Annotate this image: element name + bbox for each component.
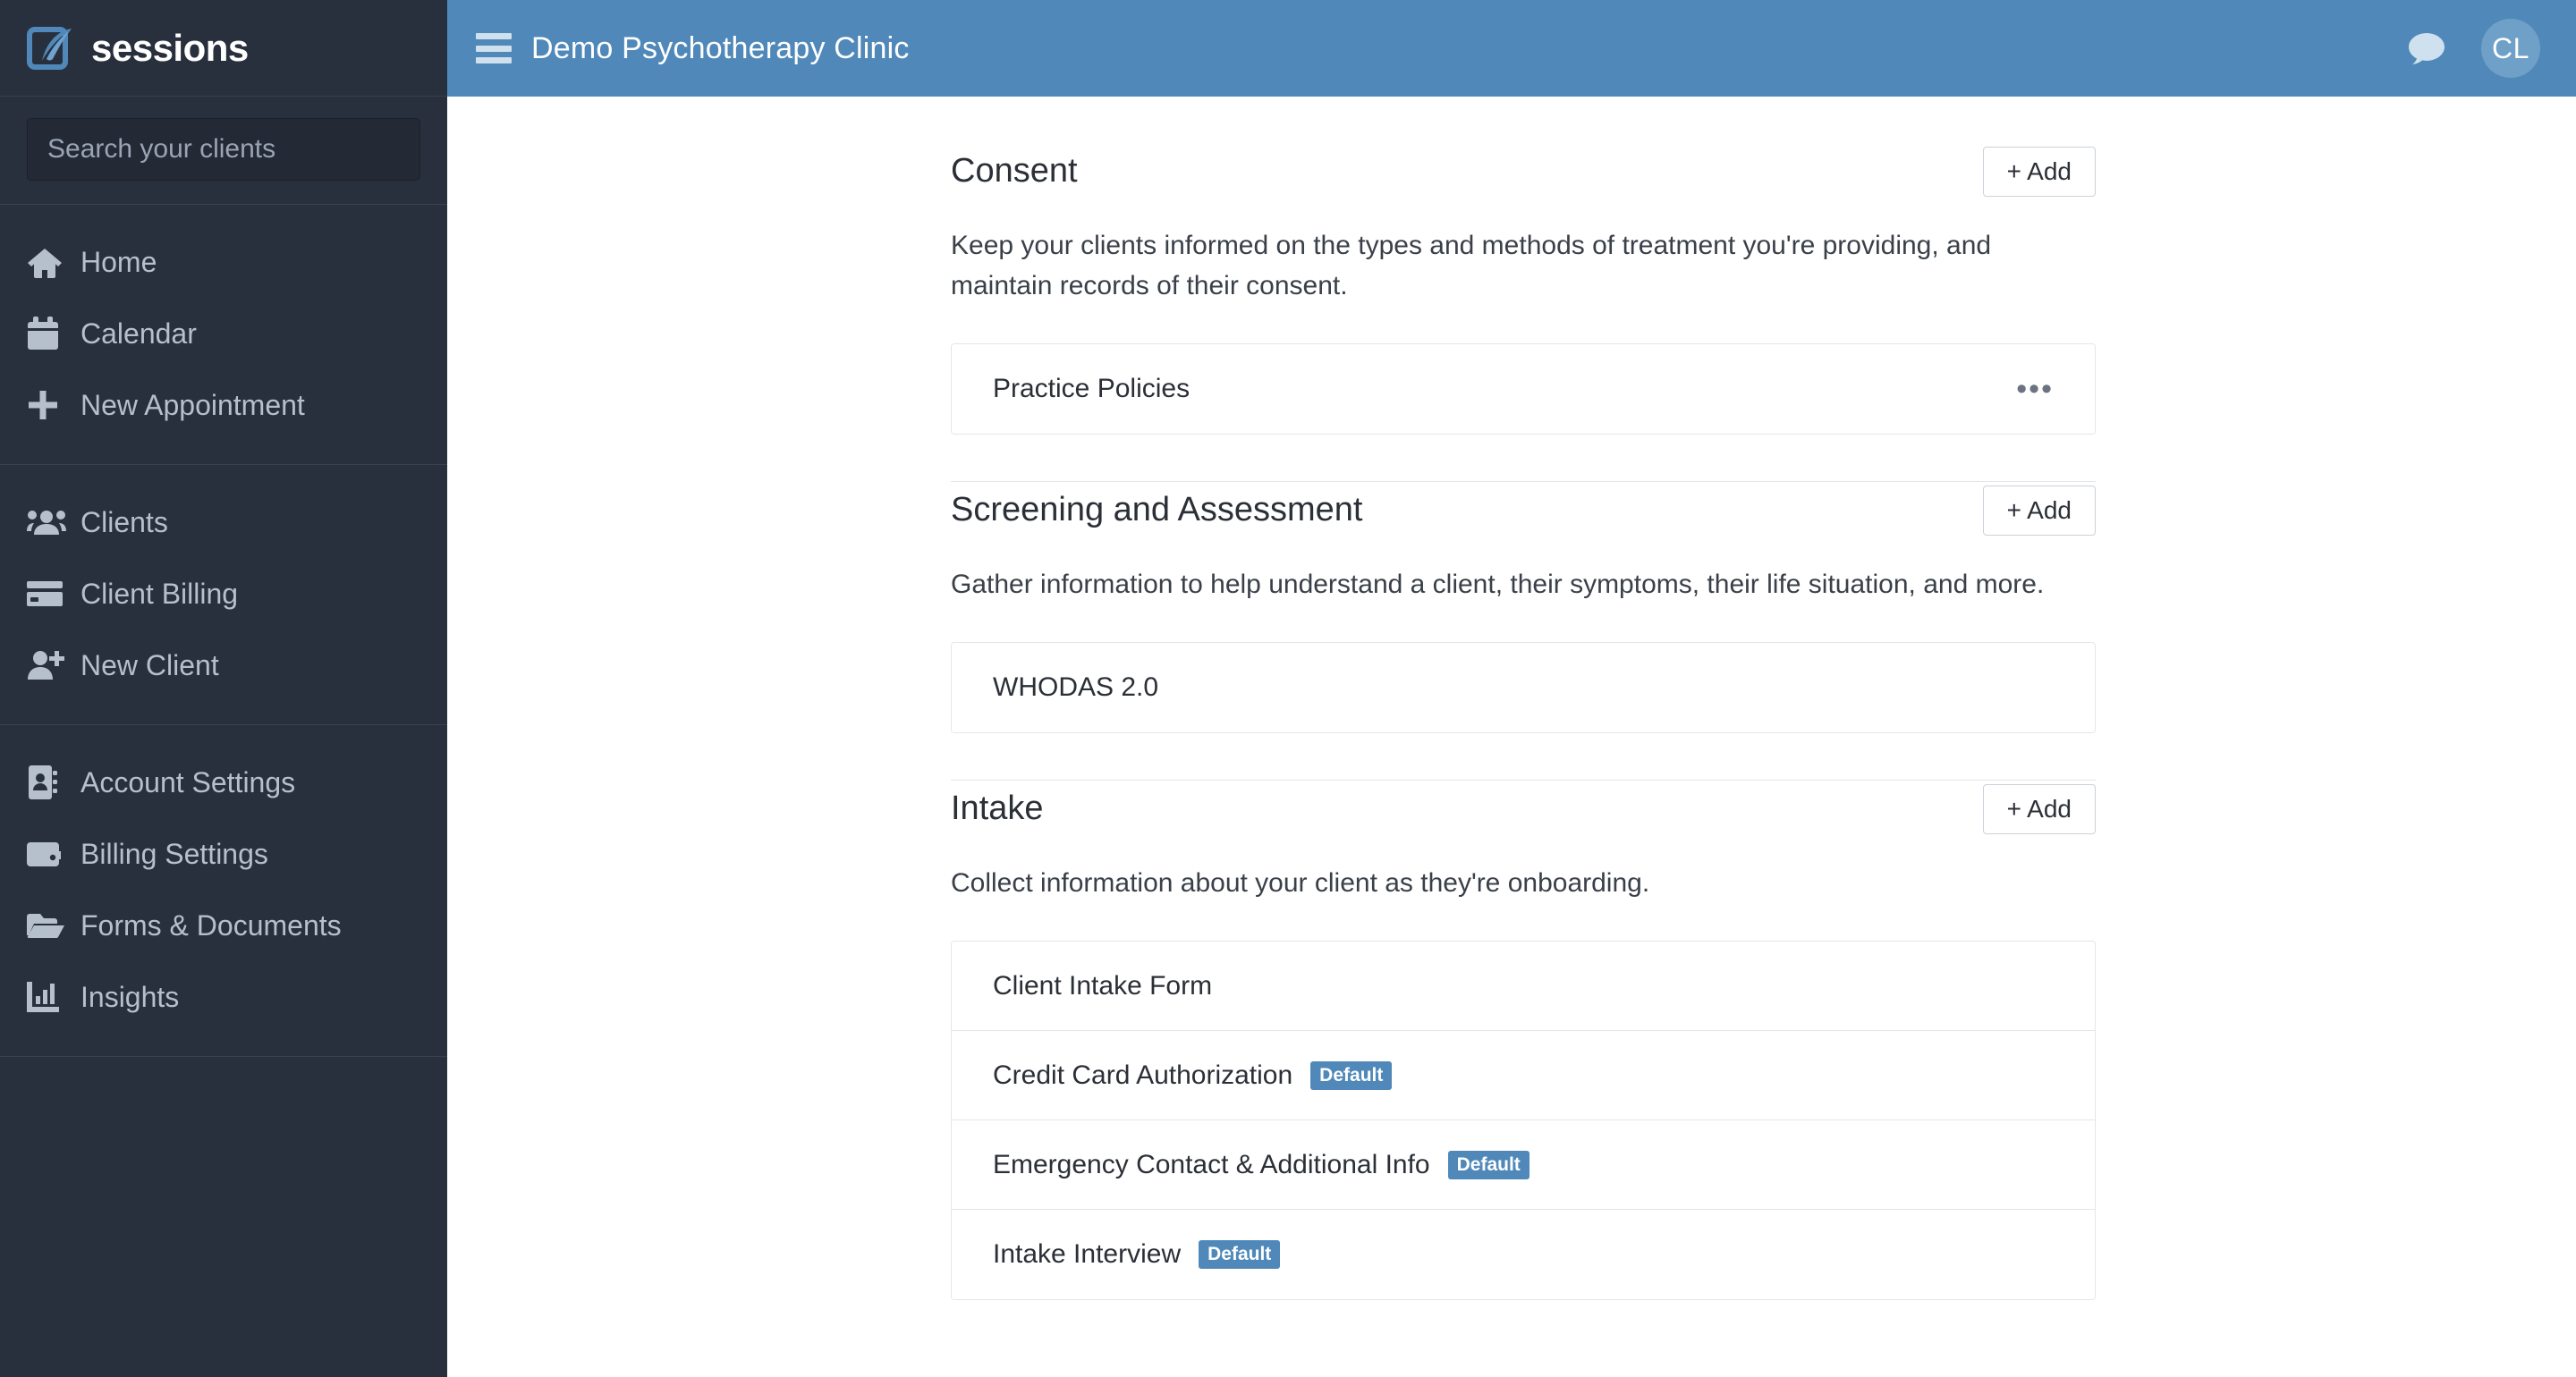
- list-item[interactable]: Practice Policies •••: [952, 344, 2095, 434]
- brand-name: sessions: [91, 26, 249, 69]
- nav-group-clients: Clients Client Billing New Client: [0, 465, 447, 725]
- add-consent-button[interactable]: + Add: [1982, 147, 2096, 197]
- sidebar-item-calendar[interactable]: Calendar: [0, 298, 447, 369]
- section-screening-assessment: Screening and Assessment + Add Gather in…: [951, 482, 2096, 733]
- sidebar-item-label: Calendar: [80, 317, 197, 350]
- status-badge: Default: [1199, 1240, 1281, 1269]
- hamburger-icon[interactable]: [476, 33, 512, 63]
- section-description: Gather information to help understand a …: [951, 570, 2045, 599]
- sidebar-item-label: New Appointment: [80, 389, 305, 421]
- sidebar-item-billing-settings[interactable]: Billing Settings: [0, 818, 447, 890]
- section-intake: Intake + Add Collect information about y…: [951, 781, 2096, 1300]
- add-intake-button[interactable]: + Add: [1982, 784, 2096, 834]
- user-plus-icon: [27, 648, 66, 682]
- folder-open-icon: [27, 908, 66, 942]
- sidebar-item-account-settings[interactable]: Account Settings: [0, 747, 447, 818]
- sidebar-item-label: Client Billing: [80, 578, 239, 610]
- screening-list: WHODAS 2.0: [951, 642, 2096, 733]
- sidebar-item-label: Account Settings: [80, 766, 296, 798]
- calendar-icon: [27, 317, 66, 351]
- list-item-label: Client Intake Form: [993, 970, 1213, 1001]
- list-item[interactable]: Intake Interview Default: [952, 1210, 2095, 1299]
- sidebar-item-forms-documents[interactable]: Forms & Documents: [0, 890, 447, 961]
- section-header: Screening and Assessment + Add: [951, 482, 2096, 539]
- consent-list: Practice Policies •••: [951, 343, 2096, 435]
- list-item[interactable]: WHODAS 2.0: [952, 643, 2095, 732]
- home-icon: [27, 245, 66, 279]
- status-badge: Default: [1447, 1150, 1530, 1179]
- users-icon: [27, 505, 66, 539]
- sidebar-item-label: Home: [80, 246, 157, 278]
- app-root: sessions Home: [0, 0, 2576, 1377]
- topbar: Demo Psychotherapy Clinic CL: [447, 0, 2576, 97]
- avatar[interactable]: CL: [2481, 19, 2540, 78]
- section-title: Intake: [951, 790, 1044, 828]
- list-item-label: Emergency Contact & Additional Info: [993, 1149, 1430, 1179]
- address-book-icon: [27, 765, 66, 799]
- more-options-icon[interactable]: •••: [2016, 374, 2054, 404]
- list-item-label: WHODAS 2.0: [993, 672, 1159, 702]
- section-description: Keep your clients informed on the types …: [951, 231, 1992, 300]
- page-title: Demo Psychotherapy Clinic: [531, 30, 910, 65]
- sidebar-item-new-client[interactable]: New Client: [0, 629, 447, 701]
- list-item[interactable]: Client Intake Form: [952, 942, 2095, 1031]
- wallet-icon: [27, 837, 66, 871]
- quill-square-icon: [27, 23, 77, 73]
- sidebar-item-label: Billing Settings: [80, 838, 268, 870]
- add-screening-button[interactable]: + Add: [1982, 486, 2096, 536]
- list-item-label: Credit Card Authorization: [993, 1060, 1293, 1090]
- list-item[interactable]: Credit Card Authorization Default: [952, 1031, 2095, 1120]
- section-description: Collect information about your client as…: [951, 868, 1650, 898]
- search-input[interactable]: [27, 118, 420, 181]
- brand-header[interactable]: sessions: [0, 0, 447, 97]
- content-column: Consent + Add Keep your clients informed…: [951, 97, 2096, 1377]
- sidebar-item-client-billing[interactable]: Client Billing: [0, 558, 447, 629]
- sidebar-item-label: Clients: [80, 506, 168, 538]
- sidebar: sessions Home: [0, 0, 447, 1377]
- sidebar-item-insights[interactable]: Insights: [0, 961, 447, 1033]
- status-badge: Default: [1310, 1060, 1393, 1090]
- bar-chart-icon: [27, 980, 66, 1014]
- search-container: [0, 97, 447, 205]
- plus-icon: [27, 388, 66, 422]
- section-title: Screening and Assessment: [951, 491, 1363, 529]
- main-area: Demo Psychotherapy Clinic CL Consent + A…: [447, 0, 2576, 1377]
- sidebar-item-new-appointment[interactable]: New Appointment: [0, 369, 447, 441]
- intake-list: Client Intake Form Credit Card Authoriza…: [951, 941, 2096, 1300]
- sidebar-item-home[interactable]: Home: [0, 226, 447, 298]
- sidebar-item-clients[interactable]: Clients: [0, 486, 447, 558]
- content-scroll-area: Consent + Add Keep your clients informed…: [447, 97, 2576, 1377]
- list-item-label: Intake Interview: [993, 1239, 1182, 1269]
- section-header: Intake + Add: [951, 781, 2096, 838]
- sidebar-item-label: Insights: [80, 981, 180, 1013]
- chat-bubble-icon[interactable]: [2408, 31, 2445, 65]
- nav-group-settings: Account Settings Billing Settings Forms …: [0, 725, 447, 1057]
- list-item[interactable]: Emergency Contact & Additional Info Defa…: [952, 1120, 2095, 1210]
- section-header: Consent + Add: [951, 143, 2096, 200]
- sidebar-item-label: Forms & Documents: [80, 909, 342, 942]
- section-consent: Consent + Add Keep your clients informed…: [951, 143, 2096, 435]
- list-item-label: Practice Policies: [993, 374, 1191, 403]
- nav-group-primary: Home Calendar New Appointment: [0, 205, 447, 465]
- section-title: Consent: [951, 152, 1078, 190]
- sidebar-item-label: New Client: [80, 649, 219, 681]
- credit-card-icon: [27, 577, 66, 611]
